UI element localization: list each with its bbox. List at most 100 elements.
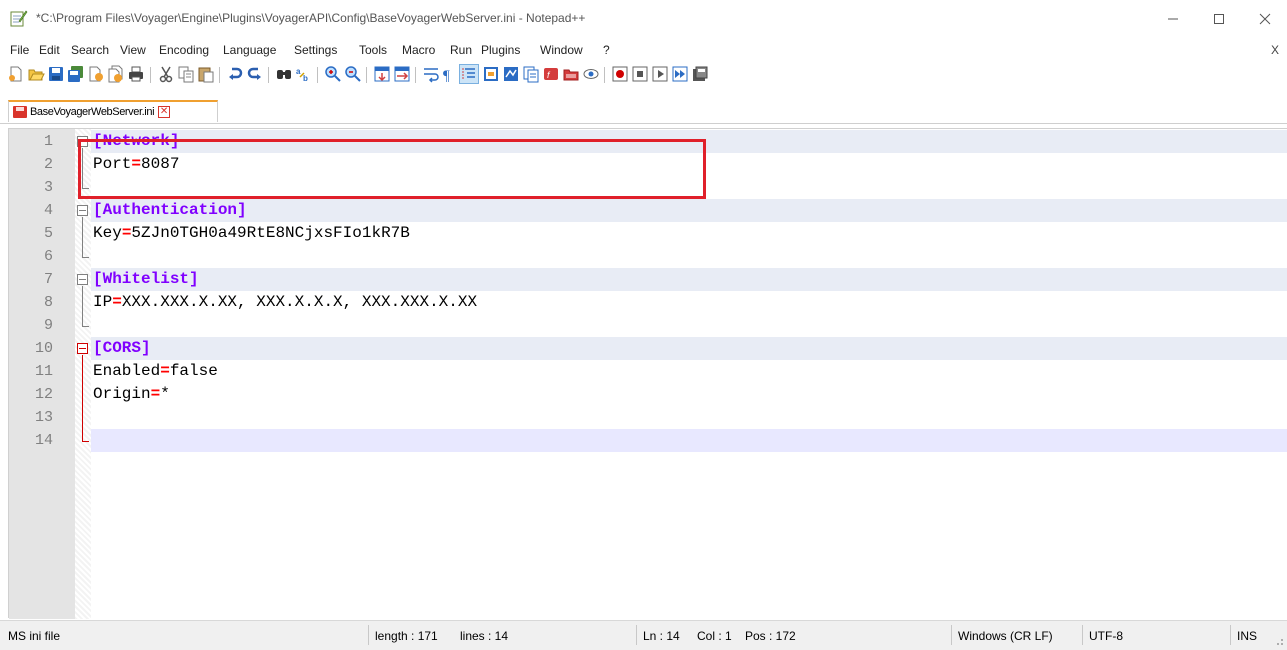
menu-plugins[interactable]: Plugins — [481, 43, 520, 57]
record-macro-icon[interactable] — [611, 65, 629, 83]
code-token: Enabled — [93, 362, 161, 380]
save-icon[interactable] — [47, 65, 65, 83]
status-encoding[interactable]: UTF-8 — [1089, 629, 1123, 643]
indent-guide-icon[interactable] — [459, 64, 479, 84]
line-number: 9 — [43, 317, 53, 334]
line-number: 1 — [43, 133, 53, 150]
sync-vertical-icon[interactable] — [373, 65, 391, 83]
editor-line[interactable]: 8 IP=XXX.XXX.X.XX, XXX.X.X.X, XXX.XXX.X.X… — [9, 291, 1287, 314]
code-token: 5ZJn0TGH0a49RtE8NCjxsFIo1kR7B — [131, 224, 410, 242]
menu-edit[interactable]: Edit — [39, 43, 60, 57]
status-length: length : 171 — [375, 629, 438, 643]
editor-line[interactable]: 13 — [9, 406, 1287, 429]
menu-window[interactable]: Window — [540, 43, 583, 57]
folder-icon[interactable] — [562, 65, 580, 83]
editor-line[interactable]: 6 — [9, 245, 1287, 268]
fold-toggle-icon[interactable] — [77, 343, 88, 354]
editor-line[interactable]: 14 — [9, 429, 1287, 452]
close-window-button[interactable] — [1242, 0, 1287, 38]
open-file-icon[interactable] — [27, 65, 45, 83]
line-number: 12 — [34, 386, 53, 403]
zoom-out-icon[interactable] — [344, 65, 362, 83]
stop-record-icon[interactable] — [631, 65, 649, 83]
close-icon — [1259, 13, 1271, 25]
menu-run[interactable]: Run — [450, 43, 472, 57]
editor-area[interactable]: 1 [Network] 2 Port=8087 3 4 [Authentication] 5 K… — [8, 128, 1287, 619]
redo-icon[interactable] — [246, 65, 264, 83]
status-insert-mode[interactable]: INS — [1237, 629, 1257, 643]
monitoring-eye-icon[interactable] — [582, 65, 600, 83]
resize-grip-icon[interactable] — [1274, 636, 1284, 646]
line-number: 4 — [43, 202, 53, 219]
code-token: false — [169, 362, 218, 380]
status-eol[interactable]: Windows (CR LF) — [958, 629, 1053, 643]
line-number: 8 — [43, 294, 53, 311]
undo-icon[interactable] — [226, 65, 244, 83]
sync-horizontal-icon[interactable] — [393, 65, 411, 83]
menu-settings[interactable]: Settings — [294, 43, 337, 57]
cut-icon[interactable] — [157, 65, 175, 83]
word-wrap-icon[interactable] — [422, 65, 440, 83]
menu-file[interactable]: File — [10, 43, 29, 57]
toolbar-separator — [604, 67, 605, 83]
line-number: 14 — [34, 432, 53, 449]
status-lines: lines : 14 — [460, 629, 509, 643]
copy-icon[interactable] — [177, 65, 195, 83]
paste-icon[interactable] — [197, 65, 215, 83]
function-list-icon[interactable] — [522, 65, 540, 83]
toolbar: ab ¶ f — [0, 62, 1287, 90]
editor-line[interactable]: 4 [Authentication] — [9, 199, 1287, 222]
folder-workspace-icon[interactable]: f — [542, 65, 560, 83]
fold-toggle-icon[interactable] — [77, 274, 88, 285]
show-all-chars-icon[interactable]: ¶ — [440, 65, 458, 83]
code-token: Key — [93, 224, 122, 242]
find-icon[interactable] — [275, 65, 293, 83]
menu-bar: File Edit Search View Encoding Language … — [0, 40, 1287, 60]
tab-close-icon[interactable]: ✕ — [158, 106, 171, 118]
close-document-button[interactable]: X — [1271, 43, 1279, 57]
window-title: *C:\Program Files\Voyager\Engine\Plugins… — [36, 11, 586, 25]
print-icon[interactable] — [127, 65, 145, 83]
minimize-button[interactable] — [1150, 0, 1196, 38]
document-tab-bar: BaseVoyagerWebServer.ini ✕ — [0, 96, 1287, 124]
menu-view[interactable]: View — [120, 43, 146, 57]
operator: = — [150, 385, 161, 403]
zoom-in-icon[interactable] — [324, 65, 342, 83]
play-macro-icon[interactable] — [651, 65, 669, 83]
section-header: [Authentication] — [93, 201, 247, 219]
close-file-icon[interactable] — [87, 65, 105, 83]
tab-base-voyager-webserver[interactable]: BaseVoyagerWebServer.ini ✕ — [8, 100, 218, 122]
run-macro-multiple-icon[interactable] — [671, 65, 689, 83]
code-token: * — [160, 385, 170, 403]
replace-icon[interactable]: ab — [295, 65, 313, 83]
maximize-icon — [1214, 14, 1224, 24]
editor-line[interactable]: 5 Key=5ZJn0TGH0a49RtE8NCjxsFIo1kR7B — [9, 222, 1287, 245]
document-map-icon[interactable] — [502, 65, 520, 83]
operator: = — [121, 224, 132, 242]
editor-line[interactable]: 12 Origin=* — [9, 383, 1287, 406]
fold-toggle-icon[interactable] — [77, 205, 88, 216]
menu-help[interactable]: ? — [603, 43, 610, 57]
toolbar-separator — [268, 67, 269, 83]
status-separator — [368, 625, 369, 645]
editor-line[interactable]: 10 [CORS] — [9, 337, 1287, 360]
menu-encoding[interactable]: Encoding — [159, 43, 209, 57]
save-all-icon[interactable] — [67, 65, 85, 83]
editor-line[interactable]: 7 [Whitelist] — [9, 268, 1287, 291]
save-macro-icon[interactable] — [691, 65, 709, 83]
title-bar: *C:\Program Files\Voyager\Engine\Plugins… — [0, 0, 1287, 38]
menu-language[interactable]: Language — [223, 43, 276, 57]
menu-search[interactable]: Search — [71, 43, 109, 57]
menu-macro[interactable]: Macro — [402, 43, 435, 57]
new-file-icon[interactable] — [7, 65, 25, 83]
close-all-icon[interactable] — [107, 65, 125, 83]
editor-line[interactable]: 9 — [9, 314, 1287, 337]
maximize-button[interactable] — [1196, 0, 1242, 38]
menu-tools[interactable]: Tools — [359, 43, 387, 57]
line-number: 3 — [43, 179, 53, 196]
editor-line[interactable]: 11 Enabled=false — [9, 360, 1287, 383]
user-language-icon[interactable] — [482, 65, 500, 83]
svg-text:a: a — [296, 67, 301, 76]
svg-text:¶: ¶ — [443, 68, 450, 83]
line-number: 5 — [43, 225, 53, 242]
